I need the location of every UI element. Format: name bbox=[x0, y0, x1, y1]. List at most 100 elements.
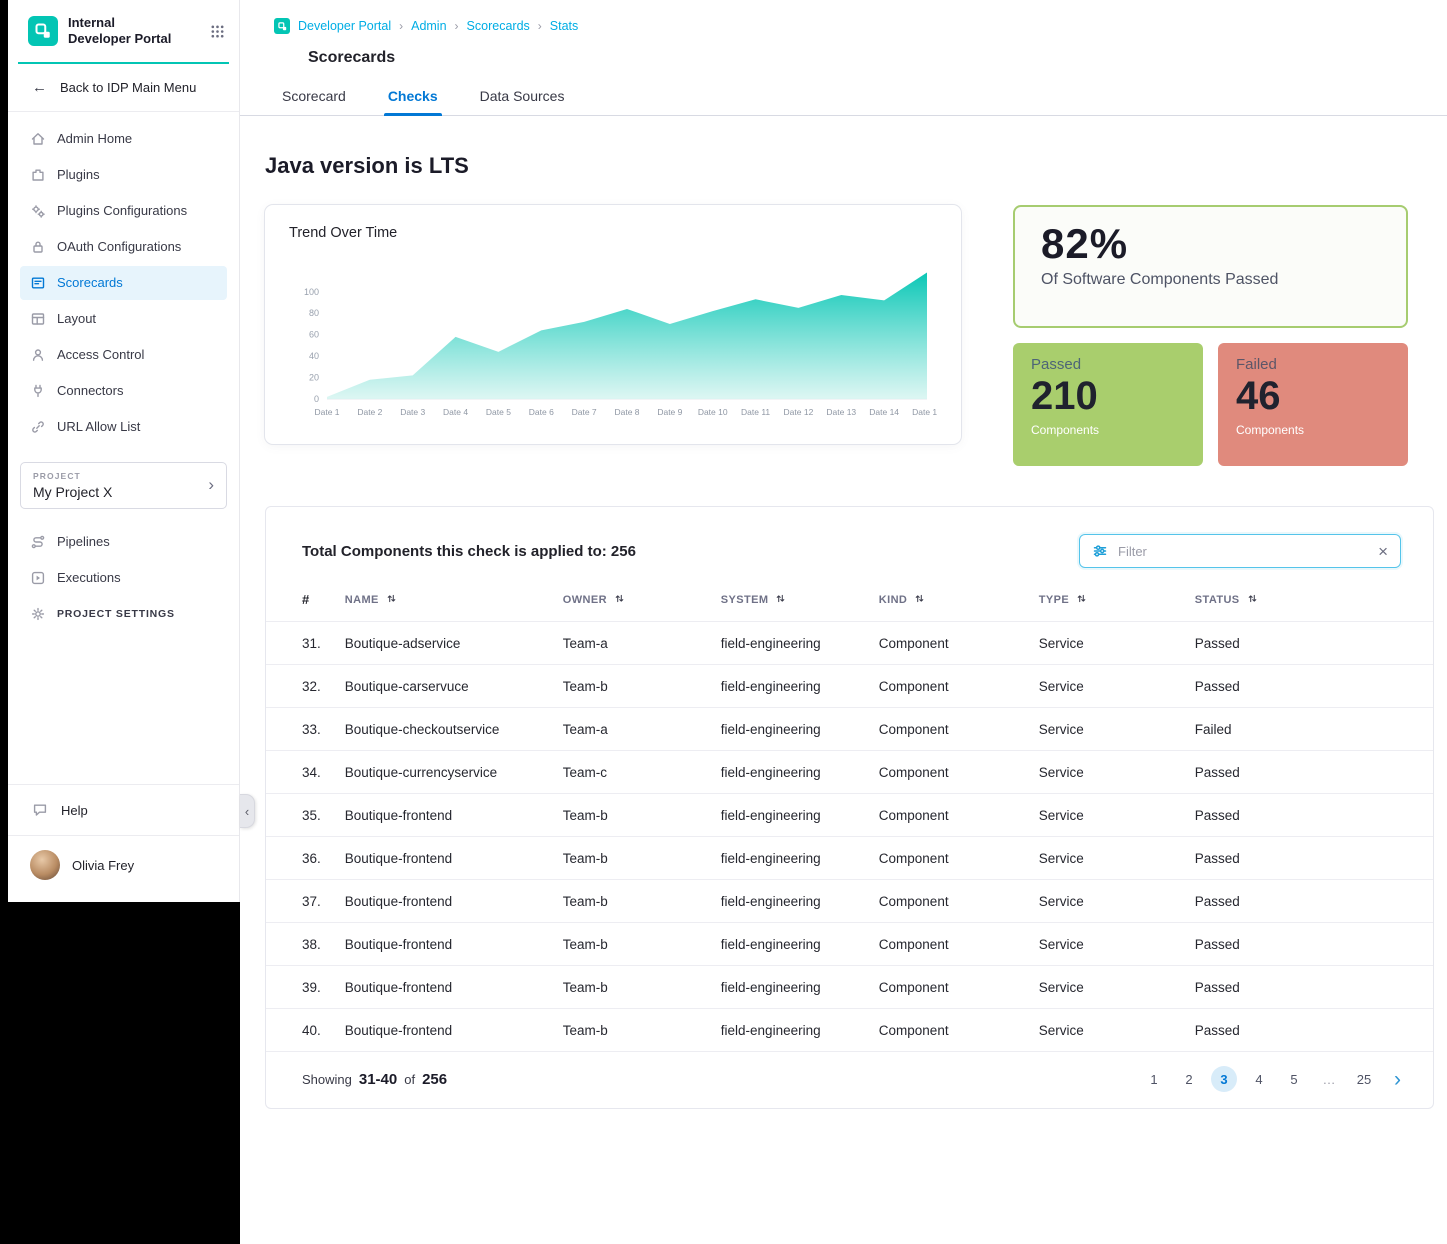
table-row[interactable]: 40.Boutique-frontendTeam-bfield-engineer… bbox=[266, 1009, 1433, 1052]
apps-grid-icon[interactable] bbox=[210, 24, 225, 39]
sidebar-item-pipelines[interactable]: Pipelines bbox=[20, 525, 227, 559]
breadcrumb-developer-portal[interactable]: Developer Portal bbox=[298, 19, 391, 33]
breadcrumb-logo-icon bbox=[274, 18, 290, 34]
sidebar-item-label: Scorecards bbox=[57, 275, 123, 290]
pagination-page-1[interactable]: 1 bbox=[1141, 1066, 1167, 1092]
cell-num: 38. bbox=[266, 923, 333, 966]
cell-num: 40. bbox=[266, 1009, 333, 1052]
sidebar-collapse-handle[interactable]: ‹ bbox=[240, 794, 255, 828]
percent-passed-caption: Of Software Components Passed bbox=[1041, 271, 1380, 289]
y-tick-label: 60 bbox=[309, 330, 319, 340]
sidebar-item-project-settings[interactable]: PROJECT SETTINGS bbox=[20, 597, 227, 631]
sort-icon[interactable] bbox=[614, 593, 625, 604]
check-title: Java version is LTS bbox=[265, 153, 1434, 179]
sort-icon[interactable] bbox=[1247, 593, 1258, 604]
table-row[interactable]: 34.Boutique-currencyserviceTeam-cfield-e… bbox=[266, 751, 1433, 794]
tab-scorecard[interactable]: Scorecard bbox=[280, 84, 348, 115]
user-menu[interactable]: Olivia Frey bbox=[8, 835, 239, 902]
breadcrumb-admin[interactable]: Admin bbox=[411, 19, 446, 33]
cell-owner: Team-b bbox=[551, 837, 709, 880]
breadcrumb-scorecards[interactable]: Scorecards bbox=[467, 19, 530, 33]
x-tick-label: Date 4 bbox=[443, 407, 468, 417]
sidebar-item-url-allow-list[interactable]: URL Allow List bbox=[20, 410, 227, 444]
tab-data-sources[interactable]: Data Sources bbox=[478, 84, 567, 115]
sidebar-item-executions[interactable]: Executions bbox=[20, 561, 227, 595]
pagination-page-25[interactable]: 25 bbox=[1351, 1066, 1377, 1092]
back-to-idp-main-menu[interactable]: ← Back to IDP Main Menu bbox=[8, 64, 239, 111]
trend-area-series bbox=[327, 273, 927, 399]
table-row[interactable]: 33.Boutique-checkoutserviceTeam-afield-e… bbox=[266, 708, 1433, 751]
cell-num: 33. bbox=[266, 708, 333, 751]
cell-name: Boutique-frontend bbox=[333, 1009, 551, 1052]
pagination-page-2[interactable]: 2 bbox=[1176, 1066, 1202, 1092]
breadcrumb-stats[interactable]: Stats bbox=[550, 19, 579, 33]
sidebar-item-admin-home[interactable]: Admin Home bbox=[20, 122, 227, 156]
tab-checks[interactable]: Checks bbox=[386, 84, 440, 115]
column-header-kind[interactable]: KIND bbox=[867, 582, 1027, 622]
table-row[interactable]: 36.Boutique-frontendTeam-bfield-engineer… bbox=[266, 837, 1433, 880]
sidebar-item-label: PROJECT SETTINGS bbox=[57, 608, 175, 620]
pagination-next-button[interactable]: › bbox=[1394, 1069, 1401, 1090]
sort-icon[interactable] bbox=[1076, 593, 1087, 604]
sort-icon[interactable] bbox=[386, 593, 397, 604]
chevron-right-icon: › bbox=[208, 475, 214, 495]
column-header-name[interactable]: NAME bbox=[333, 582, 551, 622]
column-header-owner[interactable]: OWNER bbox=[551, 582, 709, 622]
sidebar-item-oauth-configurations[interactable]: OAuth Configurations bbox=[20, 230, 227, 264]
sidebar-project-nav: Pipelines Executions PROJECT SETTINGS bbox=[8, 523, 239, 631]
components-table: #NAMEOWNERSYSTEMKINDTYPESTATUS 31.Boutiq… bbox=[266, 582, 1433, 1052]
pagination: 12345…25› bbox=[1141, 1066, 1401, 1092]
column-header-label: TYPE bbox=[1039, 594, 1069, 606]
table-row[interactable]: 32.Boutique-carservuceTeam-bfield-engine… bbox=[266, 665, 1433, 708]
cell-system: field-engineering bbox=[709, 1009, 867, 1052]
project-selector[interactable]: PROJECT My Project X › bbox=[20, 462, 227, 509]
cell-owner: Team-b bbox=[551, 966, 709, 1009]
project-name: My Project X bbox=[33, 484, 112, 500]
pagination-page-4[interactable]: 4 bbox=[1246, 1066, 1272, 1092]
cell-system: field-engineering bbox=[709, 751, 867, 794]
y-tick-label: 0 bbox=[314, 394, 319, 404]
sidebar-item-plugins-configurations[interactable]: Plugins Configurations bbox=[20, 194, 227, 228]
sidebar-item-scorecards[interactable]: Scorecards bbox=[20, 266, 227, 300]
cell-kind: Component bbox=[867, 880, 1027, 923]
help-button[interactable]: Help bbox=[8, 784, 239, 835]
app-title-line2: Developer Portal bbox=[68, 31, 171, 47]
cell-type: Service bbox=[1027, 837, 1183, 880]
pagination-page-5[interactable]: 5 bbox=[1281, 1066, 1307, 1092]
sidebar-item-label: Plugins Configurations bbox=[57, 203, 187, 218]
clear-filter-icon[interactable]: × bbox=[1378, 543, 1388, 560]
cell-num: 34. bbox=[266, 751, 333, 794]
sidebar-header: Internal Developer Portal bbox=[8, 0, 239, 60]
sidebar-item-access-control[interactable]: Access Control bbox=[20, 338, 227, 372]
cell-type: Service bbox=[1027, 880, 1183, 923]
filter-input[interactable] bbox=[1118, 544, 1368, 559]
sidebar-item-connectors[interactable]: Connectors bbox=[20, 374, 227, 408]
sort-icon[interactable] bbox=[914, 593, 925, 604]
cell-status: Passed bbox=[1183, 1009, 1433, 1052]
showing-of: of bbox=[404, 1072, 415, 1087]
table-row[interactable]: 37.Boutique-frontendTeam-bfield-engineer… bbox=[266, 880, 1433, 923]
x-tick-label: Date 7 bbox=[572, 407, 597, 417]
table-row[interactable]: 35.Boutique-frontendTeam-bfield-engineer… bbox=[266, 794, 1433, 837]
sidebar-item-plugins[interactable]: Plugins bbox=[20, 158, 227, 192]
pagination-page-3[interactable]: 3 bbox=[1211, 1066, 1237, 1092]
cell-owner: Team-b bbox=[551, 923, 709, 966]
column-header-status[interactable]: STATUS bbox=[1183, 582, 1433, 622]
cell-kind: Component bbox=[867, 708, 1027, 751]
app-root: Internal Developer Portal ← Back to IDP … bbox=[0, 0, 1447, 1244]
table-row[interactable]: 31.Boutique-adserviceTeam-afield-enginee… bbox=[266, 622, 1433, 665]
y-tick-label: 20 bbox=[309, 373, 319, 383]
sidebar-item-layout[interactable]: Layout bbox=[20, 302, 227, 336]
link-icon bbox=[30, 419, 46, 435]
sidebar-item-label: Pipelines bbox=[57, 534, 110, 549]
passed-caption: Components bbox=[1031, 423, 1185, 437]
puzzle-icon bbox=[30, 167, 46, 183]
table-row[interactable]: 38.Boutique-frontendTeam-bfield-engineer… bbox=[266, 923, 1433, 966]
sort-icon[interactable] bbox=[775, 593, 786, 604]
column-header-type[interactable]: TYPE bbox=[1027, 582, 1183, 622]
column-header-system[interactable]: SYSTEM bbox=[709, 582, 867, 622]
y-tick-label: 40 bbox=[309, 351, 319, 361]
cell-system: field-engineering bbox=[709, 966, 867, 1009]
passed-label: Passed bbox=[1031, 356, 1185, 373]
table-row[interactable]: 39.Boutique-frontendTeam-bfield-engineer… bbox=[266, 966, 1433, 1009]
